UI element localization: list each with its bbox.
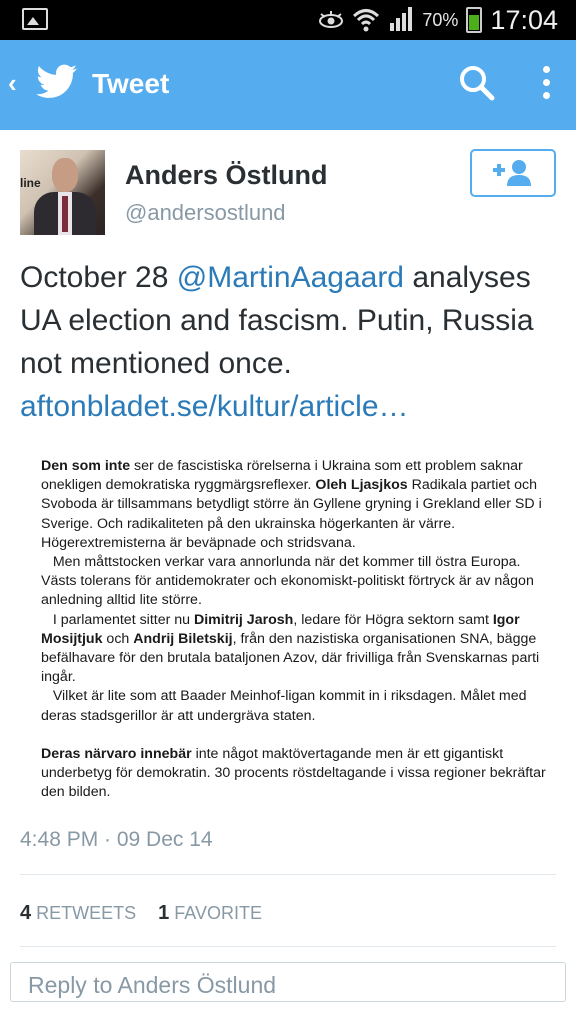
article-bold: Andrij Biletskij xyxy=(133,630,233,647)
article-bold: Dimitrij Jarosh xyxy=(193,611,294,628)
battery-percent: 70% xyxy=(422,9,459,30)
avatar[interactable]: line xyxy=(20,150,105,235)
wifi-icon xyxy=(353,9,380,32)
app-bar: ‹ Tweet xyxy=(0,40,576,130)
more-vert-icon[interactable] xyxy=(538,62,554,106)
favorites-stat[interactable]: 1 FAVORITE xyxy=(158,902,262,925)
page-title: Tweet xyxy=(92,68,170,99)
retweets-label: RETWEETS xyxy=(36,903,137,923)
back-icon[interactable]: ‹ xyxy=(8,68,17,99)
tweet-text-prefix: October 28 xyxy=(20,261,177,294)
search-icon[interactable] xyxy=(458,64,496,102)
article-text: Vilket är lite som att Baader Meinhof-li… xyxy=(41,688,527,724)
article-image[interactable]: Den som inte ser de fascistiska rörelser… xyxy=(41,457,551,802)
article-text: och xyxy=(102,630,134,647)
signal-icon xyxy=(388,7,414,33)
status-bar: 70% 17:04 xyxy=(0,0,576,40)
article-bold: Oleh Ljasjkos xyxy=(315,477,408,494)
article-bold: Den som inte xyxy=(41,458,131,474)
status-icons: 70% 17:04 xyxy=(318,0,558,40)
tweet-text: October 28 @MartinAagaard analyses UA el… xyxy=(20,256,560,428)
article-bold: Deras närvaro innebär xyxy=(41,745,192,762)
retweets-stat[interactable]: 4 RETWEETS xyxy=(20,902,136,925)
image-icon xyxy=(22,8,48,30)
author-name[interactable]: Anders Östlund xyxy=(125,160,328,191)
article-link[interactable]: aftonbladet.se/kultur/article… xyxy=(20,390,409,423)
article-text: I parlamentet sitter nu xyxy=(52,611,194,628)
divider xyxy=(20,946,556,947)
avatar-sign-text: line xyxy=(20,176,41,190)
add-user-icon xyxy=(493,160,531,186)
favorites-count: 1 xyxy=(158,902,170,924)
tweet-stats: 4 RETWEETS 1 FAVORITE xyxy=(20,902,262,925)
mention-link[interactable]: @MartinAagaard xyxy=(177,261,404,294)
follow-button[interactable] xyxy=(470,149,556,197)
divider xyxy=(20,874,556,875)
retweets-count: 4 xyxy=(20,902,32,924)
clock: 17:04 xyxy=(490,4,558,35)
article-text: Men måttstocken verkar vara annorlunda n… xyxy=(41,554,534,609)
battery-icon xyxy=(466,7,483,33)
tweet-timestamp: 4:48 PM · 09 Dec 14 xyxy=(20,828,213,851)
twitter-bird-icon[interactable] xyxy=(36,64,78,100)
article-text: , ledare för Högra sektorn samt xyxy=(293,611,493,628)
reply-placeholder: Reply to Anders Östlund xyxy=(28,972,277,998)
eye-icon xyxy=(319,11,344,28)
author-handle[interactable]: @andersostlund xyxy=(125,200,286,226)
favorites-label: FAVORITE xyxy=(174,903,262,923)
